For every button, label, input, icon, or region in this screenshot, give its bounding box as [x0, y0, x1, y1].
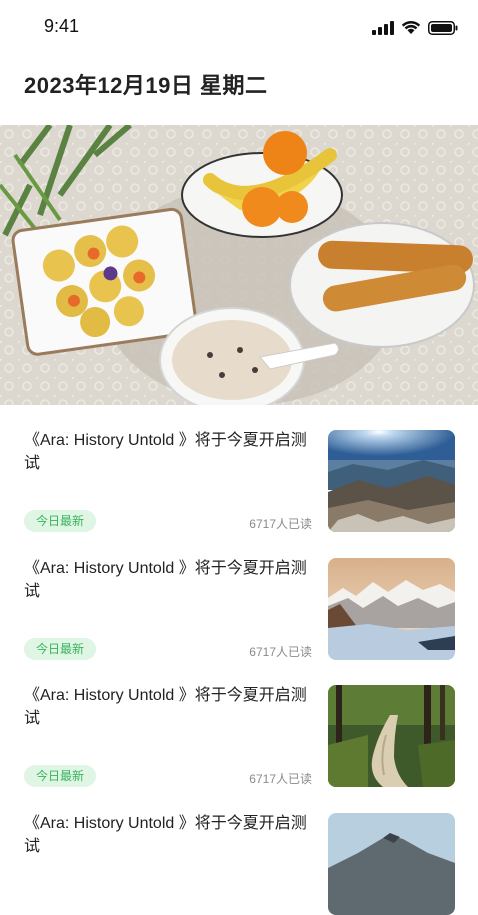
- signal-icon: [372, 21, 394, 35]
- hero-banner[interactable]: [0, 125, 478, 405]
- news-item[interactable]: 《Ara: History Untold 》将于今夏开启测试: [0, 788, 478, 915]
- today-latest-badge: 今日最新: [24, 638, 96, 660]
- mountain-sunrise-photo: [328, 430, 455, 532]
- news-thumbnail: [328, 685, 455, 787]
- status-bar: 9:41: [0, 0, 478, 56]
- breakfast-photo: [0, 125, 478, 405]
- page-title: 2023年12月19日 星期二: [24, 68, 268, 100]
- news-item[interactable]: 《Ara: History Untold 》将于今夏开启测试 今日最新 6717…: [0, 660, 478, 788]
- news-feed: 《Ara: History Untold 》将于今夏开启测试 今日最新 6717…: [0, 405, 478, 915]
- read-count: 6717人已读: [249, 515, 312, 532]
- today-latest-badge: 今日最新: [24, 510, 96, 532]
- news-thumbnail: [328, 558, 455, 660]
- news-title: 《Ara: History Untold 》将于今夏开启测试: [24, 684, 314, 730]
- snowy-mountains-photo: [328, 558, 455, 660]
- forest-path-photo: [328, 685, 455, 787]
- mountain-peak-photo: [328, 813, 455, 915]
- news-thumbnail: [328, 430, 455, 532]
- read-count: 6717人已读: [249, 643, 312, 660]
- battery-icon: [428, 21, 458, 35]
- status-icons: [372, 20, 458, 35]
- news-title: 《Ara: History Untold 》将于今夏开启测试: [24, 812, 314, 858]
- news-item[interactable]: 《Ara: History Untold 》将于今夏开启测试 今日最新 6717…: [0, 405, 478, 533]
- wifi-icon: [401, 20, 421, 35]
- read-count: 6717人已读: [249, 770, 312, 787]
- today-latest-badge: 今日最新: [24, 765, 96, 787]
- news-title: 《Ara: History Untold 》将于今夏开启测试: [24, 429, 314, 475]
- news-thumbnail: [328, 813, 455, 915]
- news-title: 《Ara: History Untold 》将于今夏开启测试: [24, 557, 314, 603]
- news-item[interactable]: 《Ara: History Untold 》将于今夏开启测试 今日最新 6717…: [0, 533, 478, 661]
- status-time: 9:41: [44, 16, 79, 37]
